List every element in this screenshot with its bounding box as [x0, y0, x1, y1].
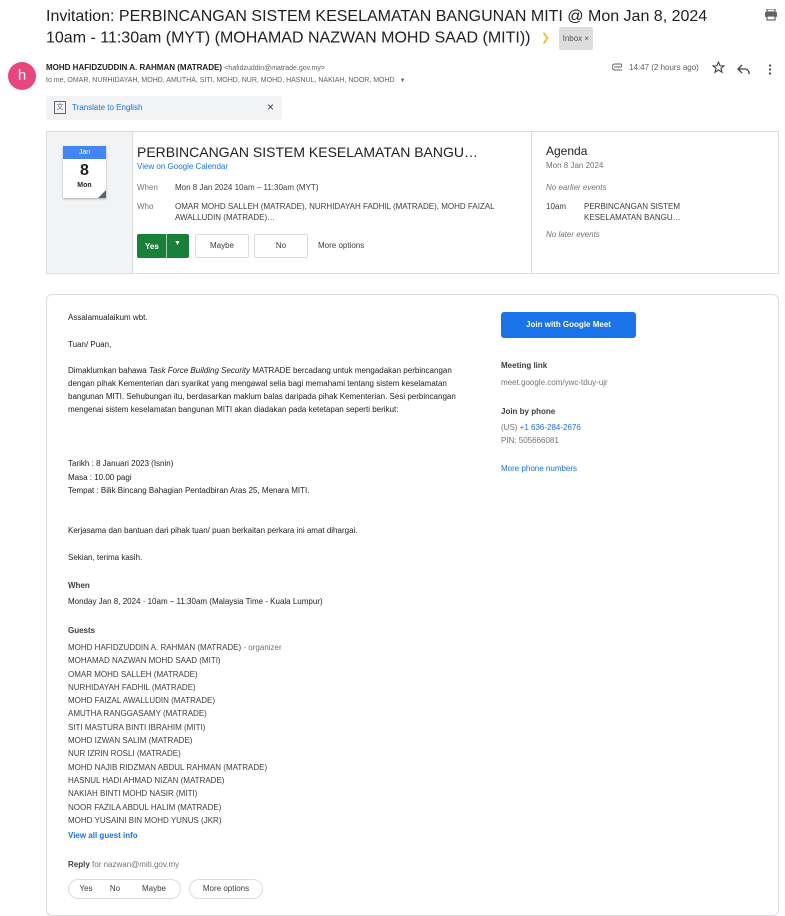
reply-maybe-button[interactable]: Maybe — [128, 879, 181, 899]
guests-heading: Guests — [68, 626, 96, 635]
guest-item: MOHAMAD NAZWAN MOHD SAAD (MITI) — [68, 656, 221, 666]
who-label: Who — [137, 202, 154, 211]
rsvp-yes-label: Yes — [145, 242, 159, 251]
paragraph-start: Dimaklumkan bahawa — [68, 366, 149, 375]
meeting-link-label: Meeting link — [501, 361, 548, 370]
close-translate-icon[interactable]: × — [267, 100, 274, 114]
attachment-icon — [611, 63, 624, 73]
agenda-event-title[interactable]: PERBINCANGAN SISTEM KESELAMATAN BANGU… — [584, 201, 704, 223]
guest-item: NUR IZRIN ROSLI (MATRADE) — [68, 749, 181, 759]
invitation-card: Jan 8 Mon PERBINCANGAN SISTEM KESELAMATA… — [46, 131, 779, 274]
translate-icon: 文 — [54, 101, 66, 114]
phone-number-link[interactable]: +1 636-284-2676 — [520, 423, 581, 432]
guest-item: NAKIAH BINTI MOHD NASIR (MITI) — [68, 789, 198, 799]
agenda-panel: Agenda Mon 8 Jan 2024 No earlier events … — [531, 132, 779, 273]
phone-pin: PIN: 505666081 — [501, 436, 559, 445]
more-phone-numbers-link[interactable]: More phone numbers — [501, 462, 577, 475]
rsvp-no-button[interactable]: No — [254, 234, 308, 258]
guest-item: MOHD YUSAINI BIN MOHD YUNUS (JKR) — [68, 815, 222, 825]
print-icon[interactable] — [764, 8, 778, 21]
when-label: When — [137, 183, 158, 192]
guest-item: AMUTHA RANGGASAMY (MATRADE) — [68, 709, 207, 719]
guest-item: MOHD NAJIB RIDZMAN ABDUL RAHMAN (MATRADE… — [68, 762, 268, 772]
guest-list: MOHD HAFIDZUDDIN A. RAHMAN (MATRADE) - o… — [68, 641, 282, 827]
recipients-text: to me, OMAR, NURHIDAYAH, MOHD, AMUTHA, S… — [46, 77, 395, 84]
more-vert-icon[interactable] — [768, 62, 774, 75]
phone-line: (US) +1 636-284-2676 — [501, 421, 581, 434]
sender-line: MOHD HAFIDZUDDIN A. RAHMAN (MATRADE) <ha… — [46, 63, 325, 72]
when-value: Mon 8 Jan 2024 10am – 11:30am (MYT) — [175, 183, 319, 192]
translate-bar: 文 Translate to English × — [46, 96, 282, 120]
greeting-text: Assalamualaikum wbt. — [68, 313, 148, 322]
email-body-card: Assalamualaikum wbt. Tuan/ Puan, Dimaklu… — [46, 294, 779, 916]
remove-label-icon[interactable]: × — [584, 34, 589, 43]
rsvp-dropdown-icon[interactable]: ▼ — [174, 240, 181, 247]
join-by-phone-label: Join by phone — [501, 407, 556, 416]
calendar-fold — [98, 190, 106, 198]
calendar-weekday: Mon — [77, 182, 92, 189]
sender-avatar[interactable]: h — [8, 62, 36, 90]
guest-item: MOHD IZWAN SALIM (MATRADE) — [68, 736, 193, 746]
guest-item: SITI MASTURA BINTI IBRAHIM (MITI) — [68, 722, 206, 732]
salutation-text: Tuan/ Puan, — [68, 340, 112, 349]
rsvp-more-options[interactable]: More options — [318, 241, 364, 250]
guest-item: MOHD HAFIDZUDDIN A. RAHMAN (MATRADE) - o… — [68, 641, 282, 654]
translate-link[interactable]: Translate to English — [72, 103, 142, 112]
tarikh-line: Tarikh : 8 Januari 2023 (Isnin) — [68, 459, 174, 468]
email-subject: Invitation: PERBINCANGAN SISTEM KESELAMA… — [46, 6, 726, 50]
rsvp-yes-button[interactable]: Yes ▼ — [137, 234, 189, 258]
guest-item: MOHD FAIZAL AWALLUDIN (MATRADE) — [68, 696, 215, 706]
guest-name: MOHD HAFIDZUDDIN A. RAHMAN (MATRADE) — [68, 643, 242, 652]
calendar-month: Jan — [63, 146, 106, 159]
who-value[interactable]: OMAR MOHD SALLEH (MATRADE), NURHIDAYAH F… — [175, 201, 520, 223]
rsvp-divider — [166, 234, 167, 258]
inbox-label-text: Inbox — [562, 34, 583, 43]
reply-label: Reply — [68, 860, 90, 869]
reply-for-line: Reply for nazwan@miti.gov.my — [68, 860, 179, 869]
recipients-dropdown-icon[interactable]: ▼ — [400, 78, 406, 84]
paragraph-italic: Task Force Building Security — [148, 366, 251, 375]
phone-country: (US) — [501, 423, 520, 432]
organizer-tag: - organizer — [243, 643, 282, 652]
subject-text: Invitation: PERBINCANGAN SISTEM KESELAMA… — [46, 8, 708, 47]
guest-item: HASNUL HADI AHMAD NIZAN (MATRADE) — [68, 775, 225, 785]
join-meet-button[interactable]: Join with Google Meet — [501, 312, 636, 338]
view-all-guests-link[interactable]: View all guest info — [68, 831, 138, 840]
when-detail: Monday Jan 8, 2024 · 10am – 11:30am (Mal… — [68, 597, 323, 606]
agenda-no-earlier: No earlier events — [546, 183, 607, 192]
email-timestamp: 14:47 (2 hours ago) — [629, 63, 699, 72]
reply-no-button[interactable]: No — [102, 879, 129, 899]
calendar-date-icon: Jan 8 Mon — [63, 146, 106, 198]
sender-email: <hafidzuddin@matrade.gov.my> — [224, 65, 325, 72]
main-paragraph: Dimaklumkan bahawa Task Force Building S… — [68, 364, 480, 416]
calendar-panel: Jan 8 Mon — [47, 132, 133, 273]
view-on-calendar-link[interactable]: View on Google Calendar — [137, 162, 228, 171]
recipients-line[interactable]: to me, OMAR, NURHIDAYAH, MOHD, AMUTHA, S… — [46, 77, 406, 84]
reply-for-email: for nazwan@miti.gov.my — [92, 860, 180, 869]
guest-item: NOOR FAZILA ABDUL HALIM (MATRADE) — [68, 802, 222, 812]
importance-marker-icon[interactable]: ❯ — [541, 28, 550, 49]
meeting-link[interactable]: meet.google.com/ywc-tduy-ujr — [501, 376, 608, 389]
agenda-no-later: No later events — [546, 230, 600, 239]
rsvp-maybe-button[interactable]: Maybe — [195, 234, 249, 258]
tempat-line: Tempat : Bilik Bincang Bahagian Pentadbi… — [68, 486, 310, 495]
when-heading: When — [68, 581, 90, 590]
reply-icon[interactable] — [737, 62, 751, 74]
inbox-label-chip[interactable]: Inbox × — [558, 27, 594, 50]
guest-item: NURHIDAYAH FADHIL (MATRADE) — [68, 682, 196, 692]
sender-name[interactable]: MOHD HAFIDZUDDIN A. RAHMAN (MATRADE) — [46, 63, 222, 72]
masa-line: Masa : 10.00 pagi — [68, 473, 132, 482]
closing-line: Sekian, terima kasih. — [68, 553, 143, 562]
agenda-event-time: 10am — [546, 202, 567, 211]
event-title: PERBINCANGAN SISTEM KESELAMATAN BANGU… — [137, 144, 478, 160]
kerjasama-line: Kerjasama dan bantuan dari pihak tuan/ p… — [68, 526, 358, 535]
agenda-date: Mon 8 Jan 2024 — [546, 161, 604, 170]
agenda-title: Agenda — [546, 144, 588, 158]
star-icon[interactable] — [711, 60, 726, 75]
reply-yes-button[interactable]: Yes — [68, 879, 104, 899]
guest-item: OMAR MOHD SALLEH (MATRADE) — [68, 669, 198, 679]
calendar-day: 8 — [80, 162, 89, 179]
reply-more-options-button[interactable]: More options — [189, 879, 263, 899]
